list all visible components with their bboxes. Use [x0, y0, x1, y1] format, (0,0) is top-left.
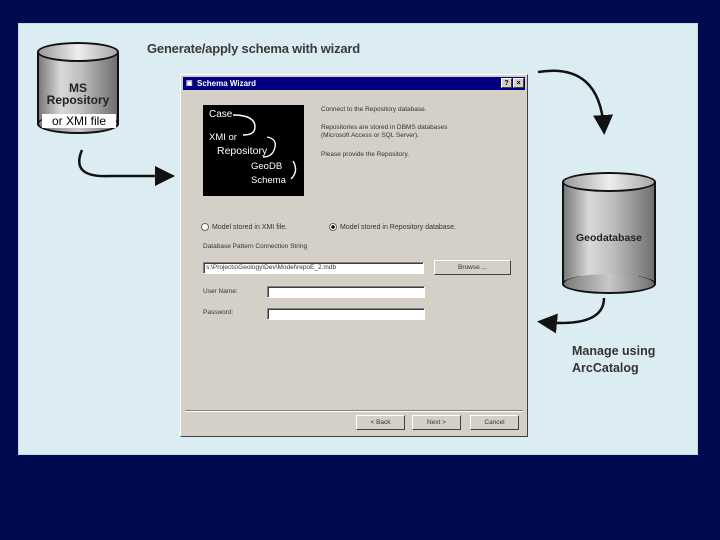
- radio-selected-icon: [329, 223, 337, 232]
- radio-xmi-file[interactable]: Model stored in XMI file.: [201, 223, 287, 232]
- radio-unselected-icon: [201, 223, 209, 232]
- close-button[interactable]: ×: [513, 78, 524, 88]
- intro-line-1: Connect to the Repository database.: [321, 106, 427, 113]
- radio-repository-database[interactable]: Model stored in Repository database.: [329, 223, 456, 232]
- user-name-input[interactable]: [267, 286, 425, 298]
- browse-button[interactable]: Browse ...: [434, 260, 511, 275]
- schema-wizard-dialog: ▣ Schema Wizard ? × Case XMI or Reposito…: [180, 74, 528, 437]
- arrow-wizard-to-geodatabase: [537, 69, 614, 135]
- intro-line-3: (Microsoft Access or SQL Server).: [321, 132, 420, 139]
- intro-line-2: Repositories are stored in DBMS database…: [321, 124, 448, 131]
- help-button[interactable]: ?: [501, 78, 512, 88]
- user-name-label: User Name:: [203, 288, 238, 295]
- cancel-button[interactable]: Cancel: [470, 415, 519, 430]
- connection-string-input[interactable]: s:\Projects\Geology\Dev\Model\repoE_2.md…: [203, 262, 424, 274]
- wizard-illustration: Case XMI or Repository GeoDB Schema: [203, 105, 304, 196]
- arrow-geodatabase-to-wizard: [537, 297, 606, 334]
- password-label: Password:: [203, 309, 234, 316]
- arrow-repo-to-wizard: [78, 149, 175, 186]
- dialog-titlebar: ▣ Schema Wizard ? ×: [183, 77, 525, 90]
- next-button[interactable]: Next >: [412, 415, 461, 430]
- dialog-separator: [185, 410, 523, 412]
- dialog-title: Schema Wizard: [197, 79, 257, 88]
- password-input[interactable]: [267, 308, 425, 320]
- illustration-arrows-icon: [232, 114, 297, 180]
- wizard-icon: ▣: [186, 80, 193, 87]
- back-button[interactable]: < Back: [356, 415, 405, 430]
- intro-line-4: Please provide the Repository.: [321, 151, 410, 158]
- connection-string-label: Database Pattern Connection String: [203, 243, 308, 250]
